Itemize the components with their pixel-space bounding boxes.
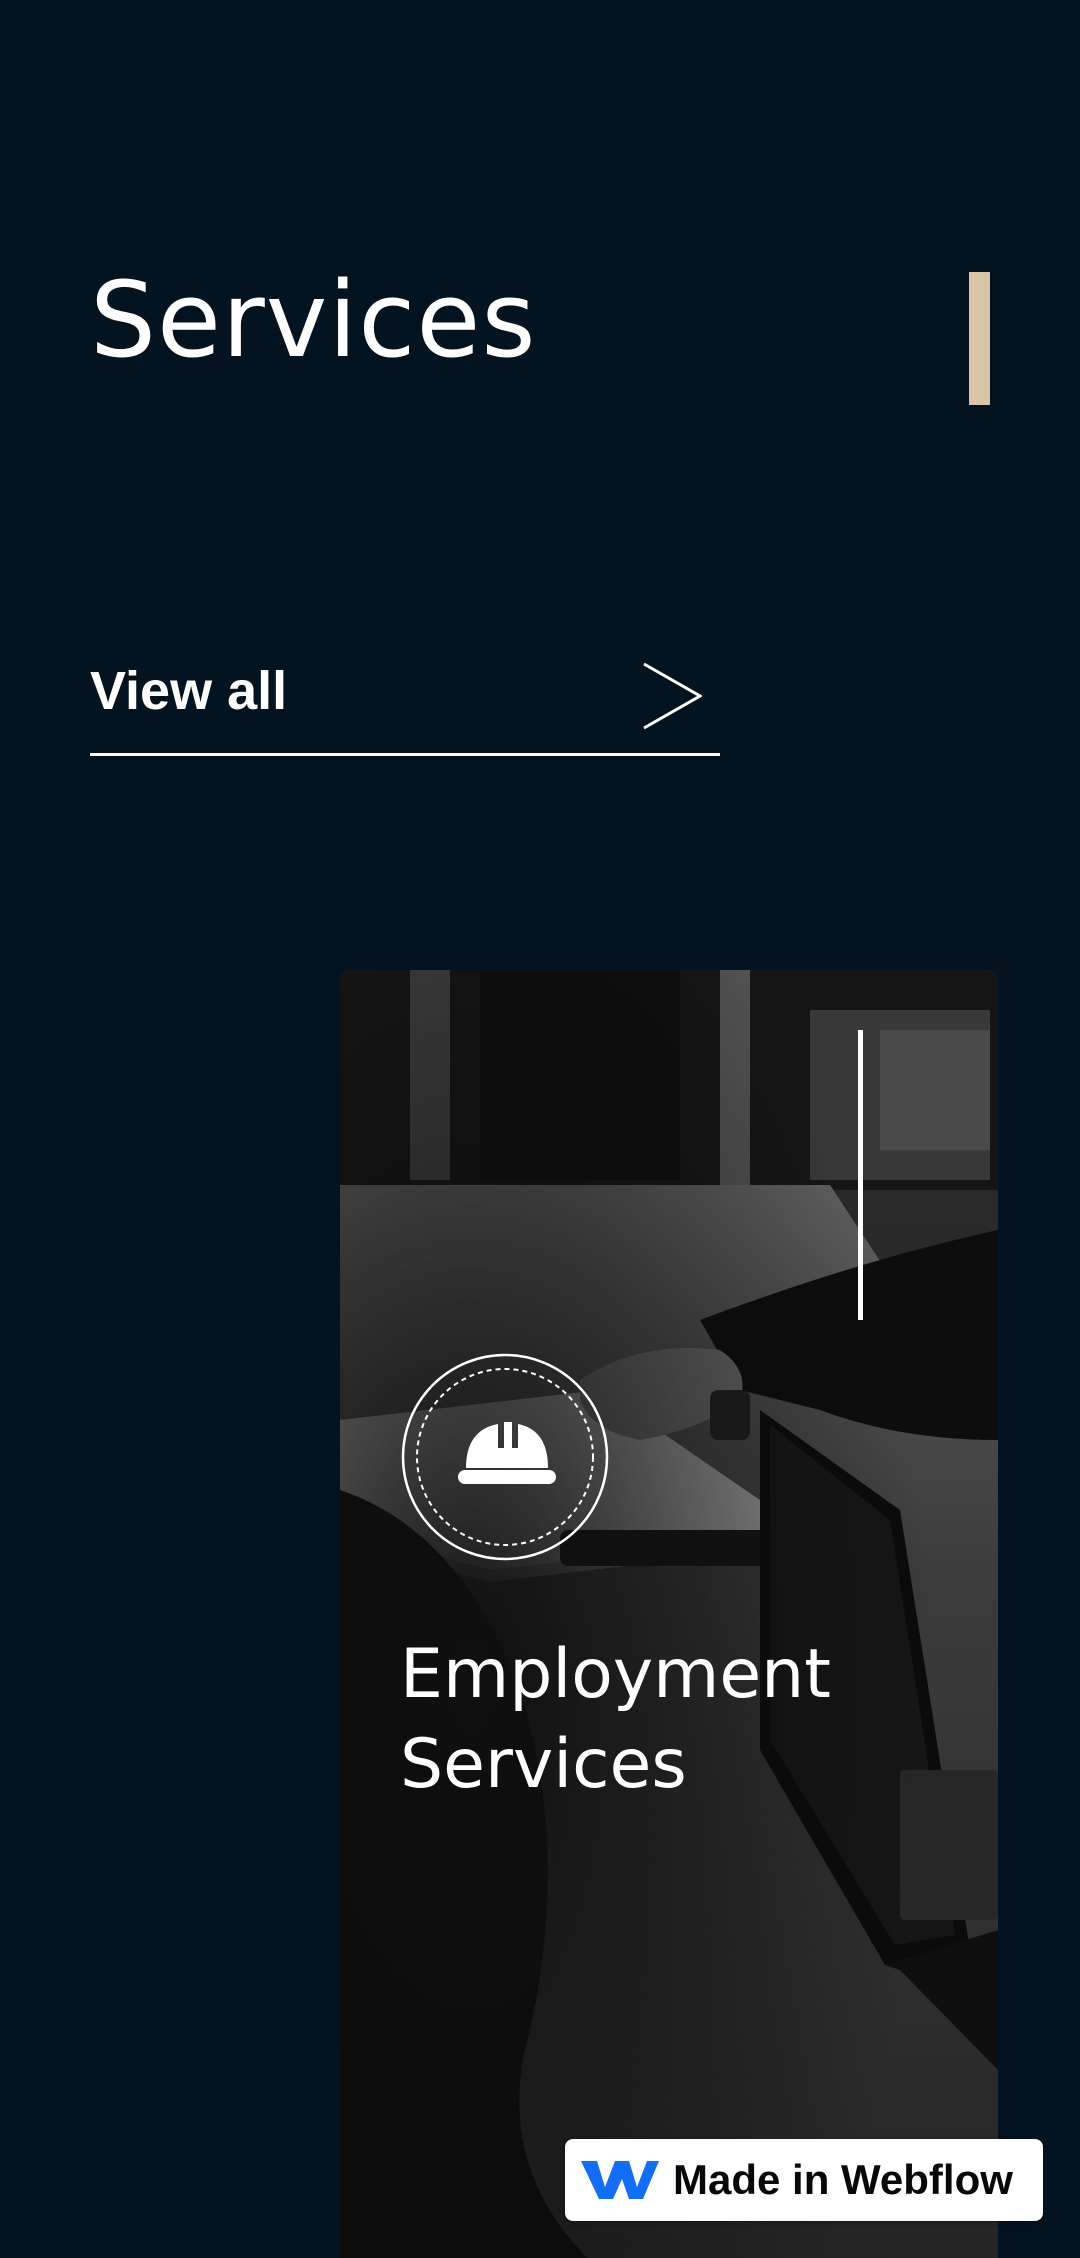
page-title: Services <box>90 259 537 381</box>
made-in-webflow-badge[interactable]: Made in Webflow <box>565 2139 1043 2221</box>
card-divider-line <box>858 1030 863 1320</box>
office-photo <box>340 970 998 2258</box>
view-all-label: View all <box>90 661 288 721</box>
view-all-link[interactable]: View all <box>90 650 720 756</box>
service-title: Employment Services <box>400 1635 831 1804</box>
webflow-label: Made in Webflow <box>673 2156 1013 2203</box>
service-card-employment[interactable]: Employment Services <box>340 970 998 2258</box>
hard-hat-badge <box>401 1353 609 1561</box>
hard-hat-icon <box>458 1422 556 1484</box>
accent-bar <box>969 272 990 405</box>
arrow-right-icon <box>643 662 702 730</box>
webflow-logo-icon <box>581 2161 659 2199</box>
